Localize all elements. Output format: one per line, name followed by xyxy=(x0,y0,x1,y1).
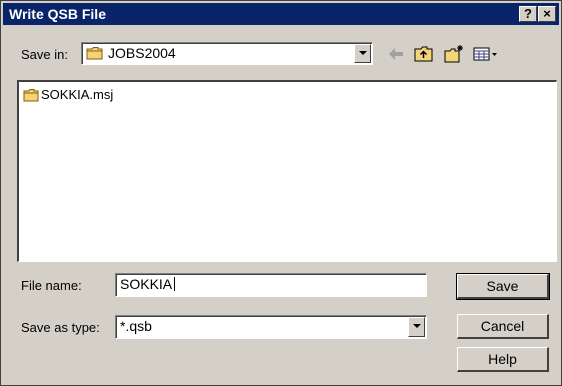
file-name-label: File name: xyxy=(21,278,82,293)
file-name-field[interactable]: SOKKIA xyxy=(115,273,427,297)
help-button[interactable]: Help xyxy=(457,347,549,372)
back-arrow-icon[interactable] xyxy=(386,43,406,65)
chevron-down-icon xyxy=(413,324,421,328)
close-button[interactable]: × xyxy=(538,6,556,22)
save-as-type-dropdown-button[interactable] xyxy=(408,317,425,337)
help-caption-button[interactable]: ? xyxy=(519,6,537,22)
save-as-type-label: Save as type: xyxy=(21,320,100,335)
up-one-level-icon[interactable] xyxy=(413,43,435,65)
cancel-button[interactable]: Cancel xyxy=(457,314,549,339)
folder-icon xyxy=(86,47,103,60)
save-button[interactable]: Save xyxy=(456,273,550,300)
chevron-down-icon xyxy=(359,51,367,55)
save-as-type-value: *.qsb xyxy=(120,318,152,334)
write-qsb-file-dialog: Write QSB File ? × Save in: JOBS2004 SOK… xyxy=(0,0,562,386)
file-list[interactable]: SOKKIA.msj xyxy=(17,80,557,262)
save-in-value: JOBS2004 xyxy=(108,45,176,61)
folder-icon xyxy=(23,89,39,102)
close-icon: × xyxy=(543,6,551,21)
view-menu-icon[interactable] xyxy=(472,43,500,65)
save-in-label: Save in: xyxy=(21,47,68,62)
file-name-value: SOKKIA xyxy=(120,276,173,292)
text-cursor xyxy=(174,277,176,291)
dialog-title: Write QSB File xyxy=(9,6,106,22)
save-as-type-dropdown[interactable]: *.qsb xyxy=(115,315,427,339)
file-name-text: SOKKIA.msj xyxy=(41,87,114,102)
save-in-dropdown-button[interactable] xyxy=(354,44,371,63)
title-bar[interactable]: Write QSB File ? × xyxy=(3,3,559,25)
question-mark-icon: ? xyxy=(524,6,532,21)
save-in-dropdown[interactable]: JOBS2004 xyxy=(81,42,373,65)
create-new-folder-icon[interactable] xyxy=(443,43,465,65)
